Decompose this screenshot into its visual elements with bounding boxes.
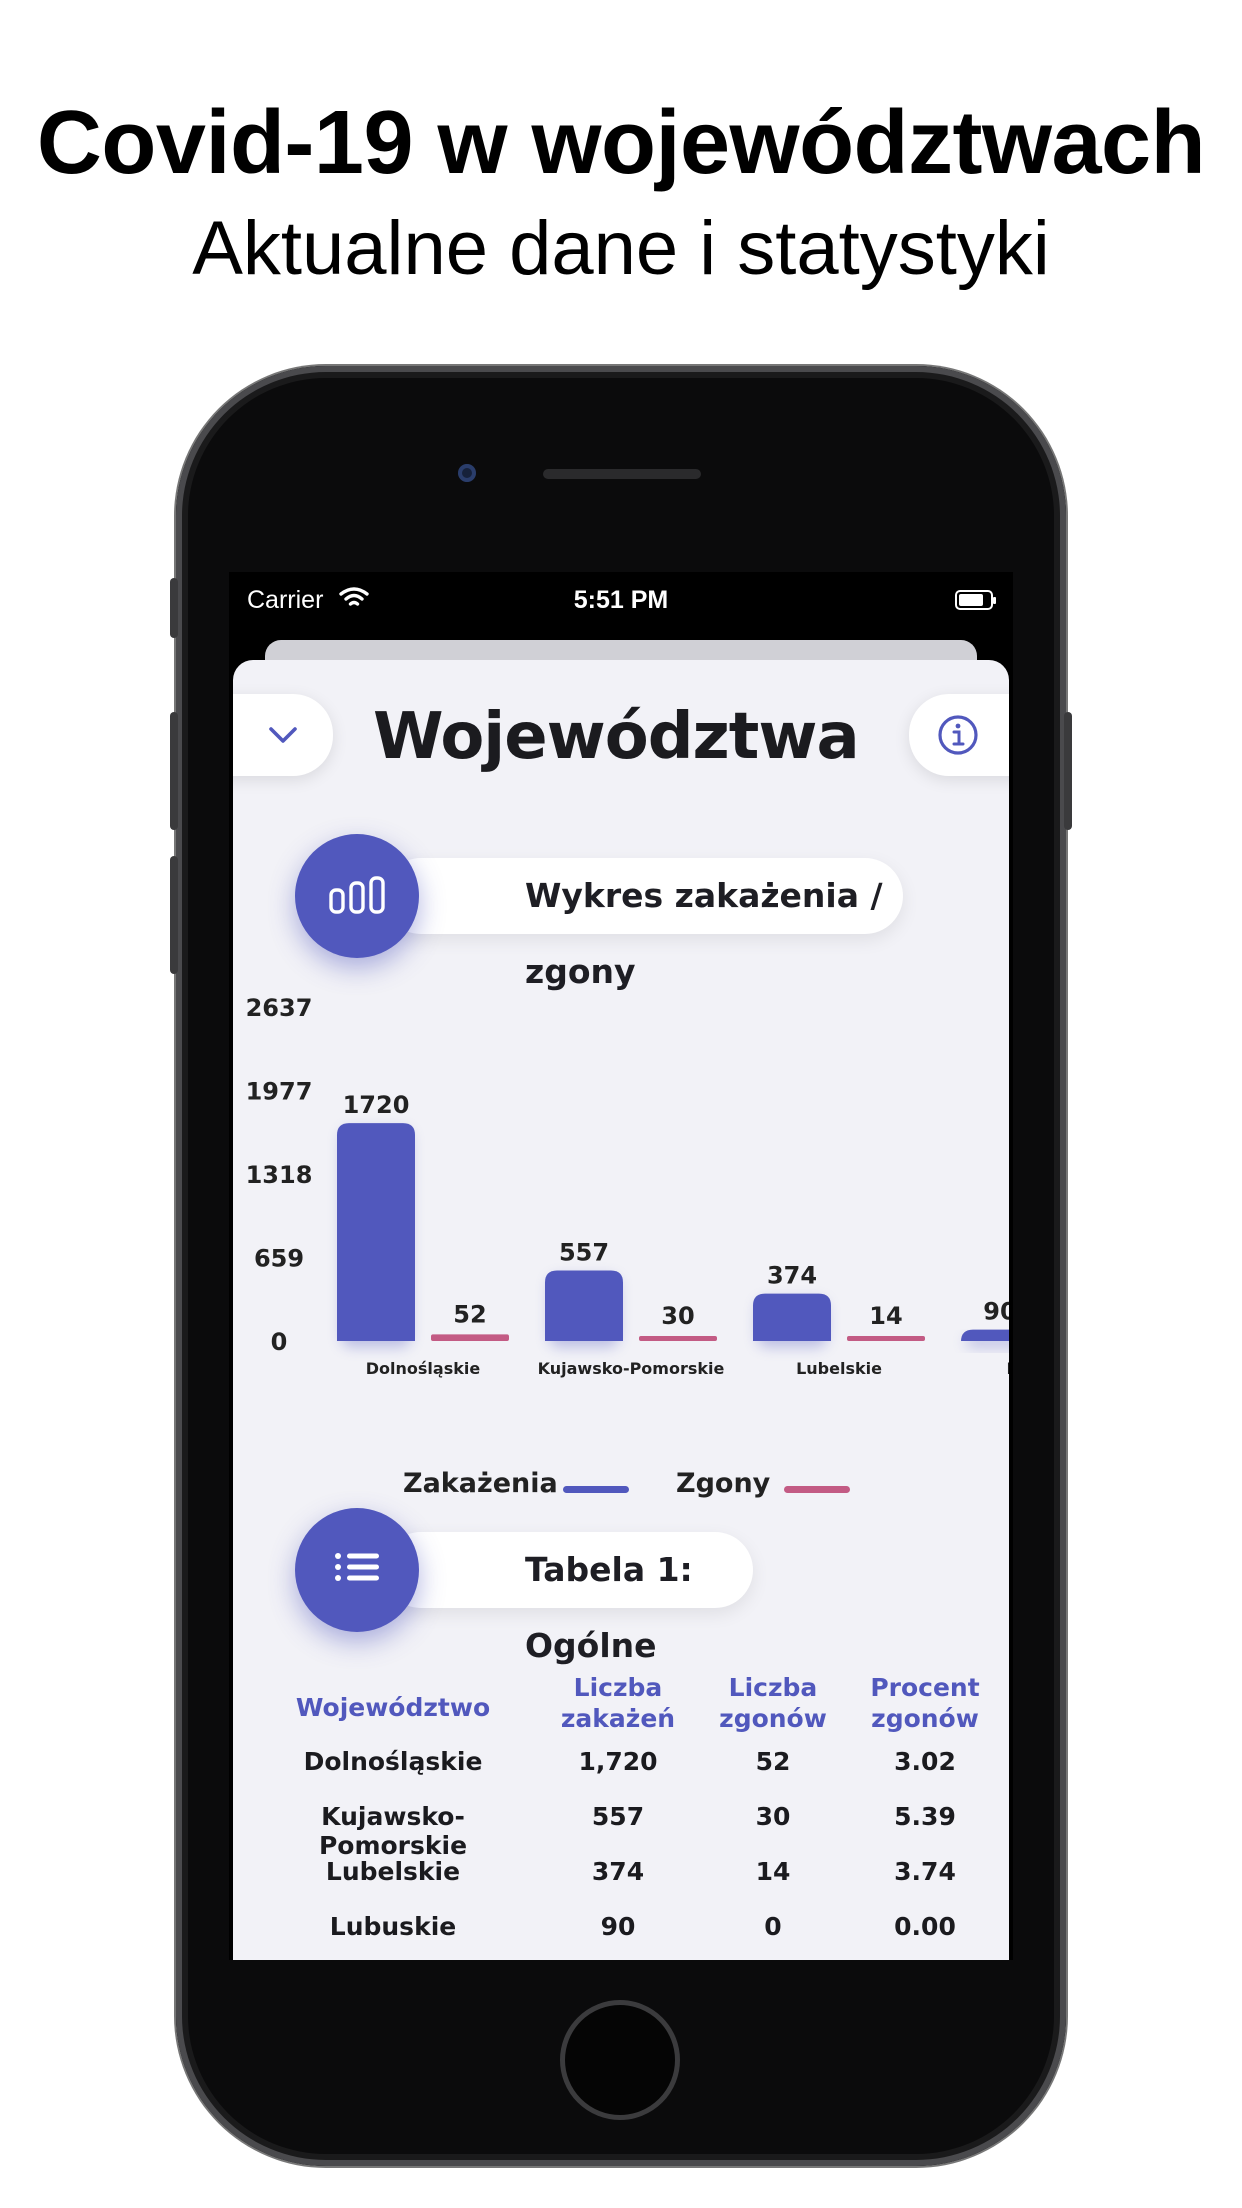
status-time: 5:51 PM bbox=[573, 586, 669, 614]
table-cell: 90 bbox=[600, 1912, 636, 1941]
table-cell: 30 bbox=[755, 1802, 791, 1831]
table-cell: 557 bbox=[591, 1802, 645, 1831]
cases-deaths-chart: 2637 1977 1318 659 0 1720 52 Dolnośląskie 557 30 K… bbox=[246, 994, 1009, 1378]
category-label: Lubuskie bbox=[1007, 1359, 1009, 1378]
header-percent-line2: zgonów bbox=[871, 1704, 979, 1733]
y-tick-label: 659 bbox=[254, 1245, 304, 1273]
y-tick-label: 1318 bbox=[246, 1161, 313, 1189]
table-cell: Lubuskie bbox=[329, 1912, 457, 1941]
table-row: Dolnośląskie 1,720 52 3.02 bbox=[233, 1747, 1009, 1787]
front-camera bbox=[458, 464, 476, 482]
table-cell: Dolnośląskie bbox=[303, 1747, 483, 1776]
table-section-header[interactable]: Tabela 1: Ogólne bbox=[383, 1532, 753, 1665]
battery-icon bbox=[955, 590, 996, 610]
bar-value-label: 90 bbox=[983, 1298, 1009, 1326]
table-row: Lubelskie 374 14 3.74 bbox=[233, 1857, 1009, 1897]
header-death-percent: Procent zgonów bbox=[850, 1672, 1000, 1734]
chart-section-header[interactable]: Wykres zakażenia / zgony bbox=[383, 858, 903, 991]
table-cell: 3.02 bbox=[894, 1747, 956, 1776]
phone-power-button bbox=[1064, 712, 1072, 830]
earpiece-speaker bbox=[543, 469, 701, 479]
status-bar: Carrier 5:51 PM bbox=[229, 572, 1013, 632]
category-label: Kujawsko-Pomorskie bbox=[538, 1359, 725, 1378]
table-cell: 14 bbox=[755, 1857, 791, 1886]
phone-volume-down bbox=[170, 856, 178, 974]
promo-subline: Aktualne dane i statystyki bbox=[192, 206, 1050, 291]
legend-deaths-swatch bbox=[784, 1486, 850, 1493]
header-percent-line1: Procent bbox=[870, 1673, 980, 1702]
legend-cases-label: Zakażenia bbox=[403, 1468, 558, 1499]
table-section-badge bbox=[295, 1508, 419, 1632]
bar-value-label: 374 bbox=[767, 1262, 817, 1290]
y-tick-label: 2637 bbox=[246, 994, 313, 1022]
header-deaths: Liczba zgonów bbox=[698, 1672, 848, 1734]
info-icon bbox=[938, 715, 978, 755]
bar-deaths bbox=[639, 1336, 717, 1341]
bar-value-label: 30 bbox=[661, 1302, 694, 1330]
header-cases: Liczba zakażeń bbox=[543, 1672, 693, 1734]
table-cell: Lubelskie bbox=[325, 1857, 461, 1886]
bar-deaths bbox=[431, 1334, 509, 1341]
bar-value-label: 14 bbox=[869, 1302, 902, 1330]
category-label: Dolnośląskie bbox=[366, 1359, 481, 1378]
phone-screen: Carrier 5:51 PM Województwa Wykres zakaż… bbox=[229, 572, 1013, 1960]
info-button[interactable] bbox=[909, 694, 1009, 776]
bar-deaths bbox=[847, 1336, 925, 1341]
promo-headline: Covid-19 w województwach bbox=[36, 93, 1206, 193]
bar-value-label: 1720 bbox=[343, 1091, 410, 1119]
chart-legend: Zakażenia Zgony bbox=[233, 1468, 1009, 1508]
header-deaths-line2: zgonów bbox=[719, 1704, 827, 1733]
legend-cases-swatch bbox=[563, 1486, 629, 1493]
bar-chart-icon bbox=[329, 876, 385, 914]
table-row: Lubuskie 90 0 0.00 bbox=[233, 1912, 1009, 1952]
header-region-line1: Województwo bbox=[295, 1693, 491, 1722]
phone-mute-switch bbox=[170, 578, 178, 638]
table-cell: 0 bbox=[764, 1912, 782, 1941]
chevron-down-icon bbox=[269, 727, 297, 743]
table-cell: 3.74 bbox=[894, 1857, 956, 1886]
bar-value-label: 557 bbox=[559, 1238, 609, 1266]
chart-section-badge bbox=[295, 834, 419, 958]
bar-cases bbox=[961, 1329, 1009, 1342]
bar-cases bbox=[545, 1270, 623, 1341]
collapse-button[interactable] bbox=[233, 694, 333, 776]
table-cell: 5.39 bbox=[894, 1802, 956, 1831]
home-button[interactable] bbox=[560, 2000, 680, 2120]
bar-value-label: 52 bbox=[453, 1300, 486, 1328]
header-cases-line2: zakażeń bbox=[560, 1704, 676, 1733]
phone-volume-up bbox=[170, 712, 178, 830]
table-cell: 0.00 bbox=[894, 1912, 956, 1941]
regions-sheet: Województwa Wykres zakażenia / zgony 263… bbox=[233, 660, 1009, 1960]
list-icon bbox=[335, 1553, 379, 1581]
y-tick-label: 1977 bbox=[246, 1078, 313, 1106]
legend-deaths-label: Zgony bbox=[676, 1468, 771, 1499]
header-cases-line1: Liczba bbox=[573, 1673, 663, 1702]
table-row: Kujawsko-Pomorskie 557 30 5.39 bbox=[233, 1802, 1009, 1860]
bar-cases bbox=[337, 1123, 415, 1341]
page-title: Województwa bbox=[373, 700, 860, 774]
bar-cases bbox=[753, 1293, 831, 1341]
header-region: Województwo bbox=[253, 1692, 533, 1723]
header-deaths-line1: Liczba bbox=[728, 1673, 818, 1702]
y-tick-label: 0 bbox=[271, 1328, 288, 1356]
table-cell: Kujawsko-Pomorskie bbox=[318, 1802, 468, 1860]
category-label: Lubelskie bbox=[796, 1359, 882, 1378]
table-cell: 52 bbox=[755, 1747, 791, 1776]
table-cell: 374 bbox=[591, 1857, 645, 1886]
table-cell: 1,720 bbox=[578, 1747, 658, 1776]
